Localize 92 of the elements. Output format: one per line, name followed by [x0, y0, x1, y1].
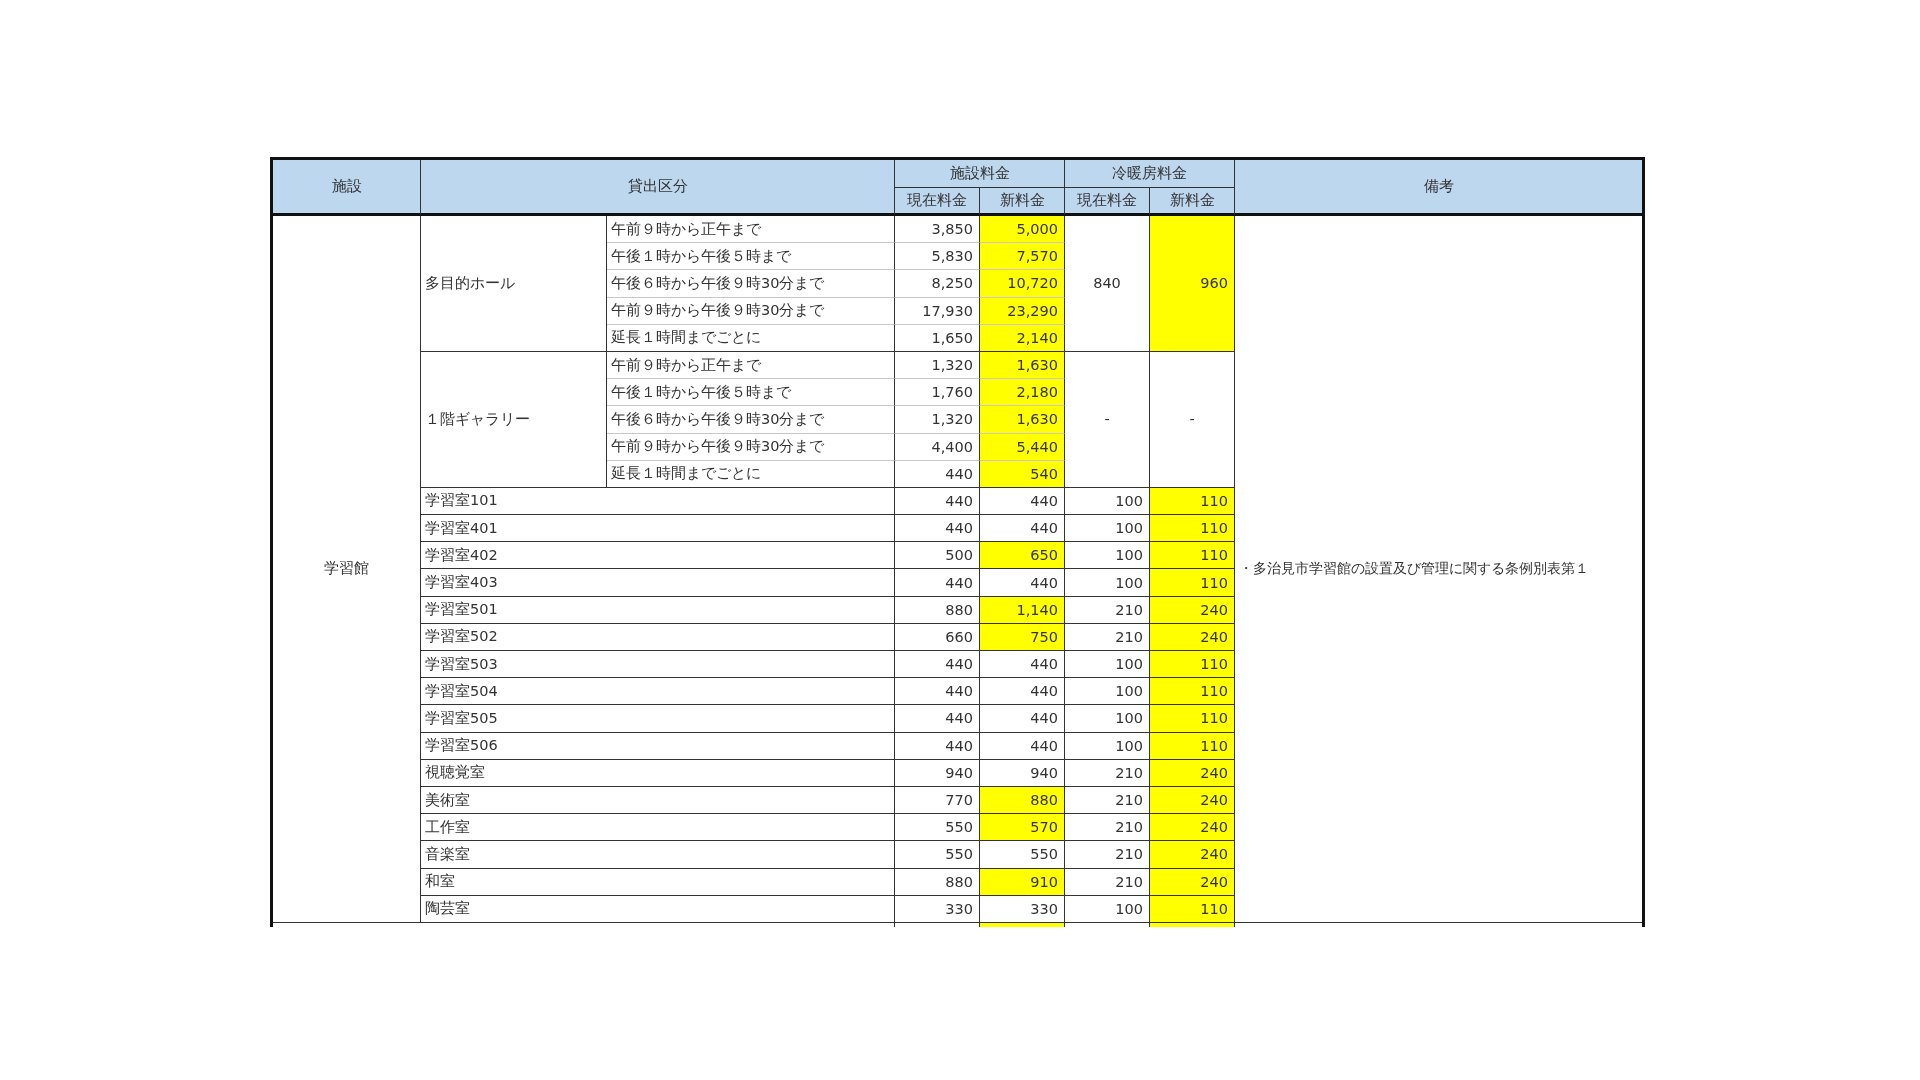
table-cell: 音楽室: [421, 841, 895, 869]
table-cell: 延長１時間までごとに: [607, 324, 895, 352]
table-cell: 午前９時から午後９時30分まで: [607, 297, 895, 325]
table-cell: 7,570: [980, 243, 1065, 271]
table-cell: 工作室: [421, 814, 895, 842]
table-cell: 学習室401: [421, 515, 895, 543]
table-cell: -: [1150, 351, 1235, 488]
table-cell: 110: [1150, 515, 1235, 543]
table-cell: 2,140: [980, 324, 1065, 352]
table-cell: 110: [1150, 651, 1235, 679]
table-cell: 110: [1150, 542, 1235, 570]
table-cell: 陶芸室: [421, 895, 895, 923]
column-header: 貸出区分: [421, 160, 895, 216]
table-cell: 午前９時から正午まで: [607, 351, 895, 380]
table-cell: 110: [1150, 895, 1235, 923]
table-cell: 940: [980, 759, 1065, 787]
table-cell: 440: [980, 487, 1065, 516]
table-cell: 330: [980, 895, 1065, 923]
table-cell: 440: [980, 569, 1065, 597]
table-cell: 440: [895, 515, 980, 543]
table-cell: 2,180: [980, 379, 1065, 407]
table-cell: 午後１時から午後５時まで: [607, 243, 895, 271]
table-cell: １階ギャラリー: [421, 351, 607, 488]
table-cell: 240: [1150, 814, 1235, 842]
column-header: 新料金: [980, 188, 1065, 216]
column-header: 施設: [273, 160, 421, 216]
table-cell: 880: [980, 786, 1065, 815]
table-cell: 570: [980, 814, 1065, 842]
table-cell: 多目的ホール: [421, 216, 607, 352]
table-cell: 440: [980, 732, 1065, 760]
table-cell: 240: [1150, 759, 1235, 787]
table-cell: 110: [1150, 705, 1235, 733]
table-cell: 440: [895, 678, 980, 706]
table-cell: 学習室506: [421, 732, 895, 760]
table-cell: 330: [895, 895, 980, 923]
table-cell: 23,290: [980, 297, 1065, 325]
table-cell: 学習室504: [421, 678, 895, 706]
table-cell: 110: [1150, 569, 1235, 597]
table-cell: 550: [895, 841, 980, 869]
table-cell: 110: [1150, 487, 1235, 516]
table-cell: 440: [895, 569, 980, 597]
table-cell: 学習室502: [421, 623, 895, 651]
table-cell: 和室: [421, 868, 895, 896]
table-cell: 440: [980, 678, 1065, 706]
table-cell: 10,720: [980, 270, 1065, 298]
table-cell: 美術室: [421, 786, 895, 815]
table-cell: 5,000: [980, 216, 1065, 244]
column-header: 現在料金: [895, 188, 980, 216]
table-cell: 440: [895, 705, 980, 733]
table-cell: 1,630: [980, 351, 1065, 380]
table-cell: 440: [895, 487, 980, 516]
table-cell: 540: [980, 460, 1065, 488]
table-cell: 午後１時から午後５時まで: [607, 379, 895, 407]
table-cell: 240: [1150, 841, 1235, 869]
table-cell: 学習室402: [421, 542, 895, 570]
column-header: 現在料金: [1065, 188, 1150, 216]
table-cell: 午後６時から午後９時30分まで: [607, 270, 895, 298]
column-header: 新料金: [1150, 188, 1235, 216]
table-cell: 午前９時から午後９時30分まで: [607, 433, 895, 461]
table-cell: 視聴覚室: [421, 759, 895, 787]
table-cell: 学習室403: [421, 569, 895, 597]
table-cell: 240: [1150, 786, 1235, 815]
table-cell: 1,140: [980, 596, 1065, 624]
table-cell: 440: [980, 651, 1065, 679]
table-cell: 学習室505: [421, 705, 895, 733]
table-cell: 110: [1150, 678, 1235, 706]
table-cell: 440: [980, 705, 1065, 733]
table-cell: 240: [1150, 596, 1235, 624]
table-cell: 学習室101: [421, 487, 895, 516]
table-cell: 440: [895, 651, 980, 679]
table-cell: 午後６時から午後９時30分まで: [607, 406, 895, 434]
column-group-header: 施設料金: [895, 160, 1065, 188]
table-cell: 1,630: [980, 406, 1065, 434]
table-cell: 240: [1150, 623, 1235, 651]
table-cell: 750: [980, 623, 1065, 651]
table-cell: 学習館: [273, 216, 421, 923]
table-cell: 910: [980, 868, 1065, 896]
table-cell: 学習室501: [421, 596, 895, 624]
column-header: 備考: [1235, 160, 1642, 216]
table-cell: 960: [1150, 216, 1235, 352]
table-cell: 110: [1150, 732, 1235, 760]
table-cell: 940: [895, 759, 980, 787]
table-cell: 延長１時間までごとに: [607, 460, 895, 488]
table-cell: 学習室503: [421, 651, 895, 679]
table-cell: 550: [980, 841, 1065, 869]
table-cell: 440: [895, 732, 980, 760]
table-cell: -: [1065, 351, 1150, 488]
table-cell: 5,440: [980, 433, 1065, 461]
table-cell: 240: [1150, 868, 1235, 896]
column-group-header: 冷暖房料金: [1065, 160, 1235, 188]
table-cell: 650: [980, 542, 1065, 570]
table-cell: 午前９時から正午まで: [607, 216, 895, 244]
